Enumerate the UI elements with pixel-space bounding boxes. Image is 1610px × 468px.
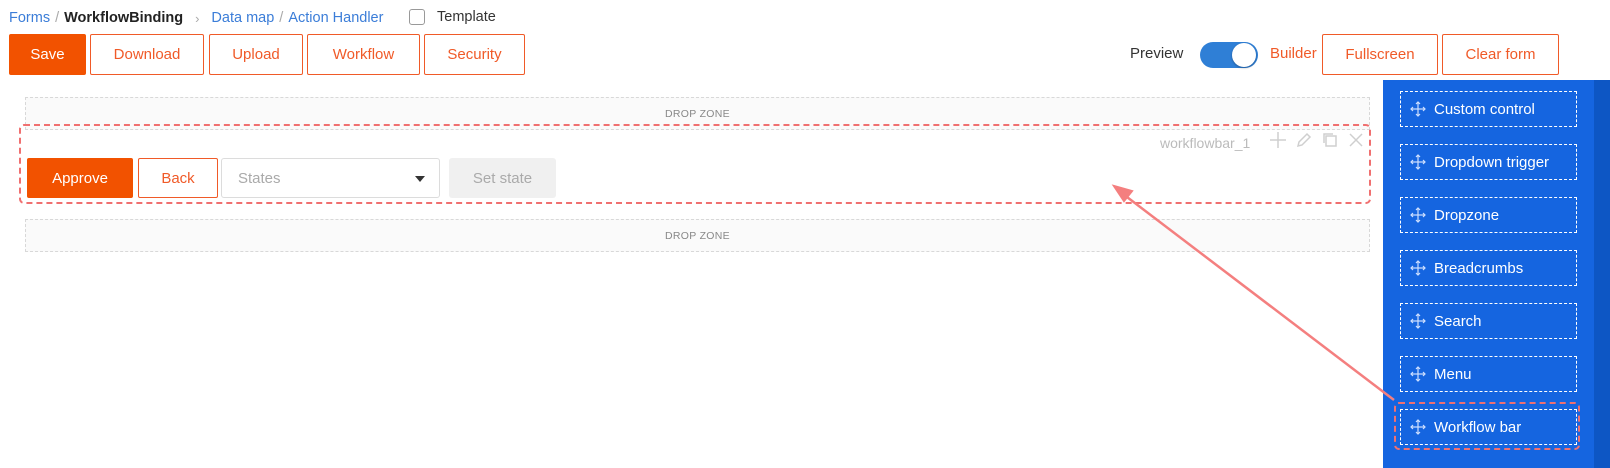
chevron-right-icon: › bbox=[195, 10, 200, 26]
palette-item-menu[interactable]: Menu bbox=[1400, 356, 1577, 392]
drop-zone-bottom[interactable]: DROP ZONE bbox=[25, 219, 1370, 252]
save-button[interactable]: Save bbox=[9, 34, 86, 75]
palette-item-search[interactable]: Search bbox=[1400, 303, 1577, 339]
states-dropdown[interactable]: States bbox=[221, 158, 440, 198]
move-icon bbox=[1409, 312, 1427, 330]
template-label: Template bbox=[437, 9, 496, 25]
palette-item-label: Search bbox=[1434, 312, 1482, 330]
security-button[interactable]: Security bbox=[424, 34, 525, 75]
palette-scrollbar[interactable] bbox=[1594, 80, 1610, 468]
template-checkbox[interactable] bbox=[409, 9, 425, 25]
palette-item-dropdown-trigger[interactable]: Dropdown trigger bbox=[1400, 144, 1577, 180]
download-button[interactable]: Download bbox=[90, 34, 204, 75]
back-button[interactable]: Back bbox=[138, 158, 218, 198]
breadcrumb-action-handler-link[interactable]: Action Handler bbox=[288, 10, 383, 26]
copy-icon[interactable] bbox=[1320, 130, 1340, 150]
palette-item-label: Breadcrumbs bbox=[1434, 259, 1524, 277]
palette-item-custom-control[interactable]: Custom control bbox=[1400, 91, 1577, 127]
breadcrumb-separator: / bbox=[55, 10, 60, 26]
palette-item-label: Menu bbox=[1434, 365, 1472, 383]
preview-label: Preview bbox=[1130, 45, 1184, 62]
move-icon bbox=[1409, 153, 1427, 171]
palette-item-label: Dropzone bbox=[1434, 206, 1500, 224]
approve-button[interactable]: Approve bbox=[27, 158, 133, 198]
workflowbar-id-label: workflowbar_1 bbox=[1160, 135, 1251, 151]
caret-down-icon bbox=[415, 176, 425, 182]
toggle-knob bbox=[1232, 43, 1256, 67]
close-icon[interactable] bbox=[1346, 130, 1366, 150]
set-state-button[interactable]: Set state bbox=[449, 158, 556, 198]
move-icon[interactable] bbox=[1268, 130, 1288, 150]
fullscreen-button[interactable]: Fullscreen bbox=[1322, 34, 1438, 75]
breadcrumb-current: WorkflowBinding bbox=[64, 10, 184, 26]
move-icon bbox=[1409, 206, 1427, 224]
workflow-button[interactable]: Workflow bbox=[307, 34, 420, 75]
states-placeholder: States bbox=[238, 169, 281, 187]
breadcrumb-forms-link[interactable]: Forms bbox=[9, 10, 50, 26]
template-toggle[interactable]: Template bbox=[409, 9, 496, 25]
drag-source-highlight bbox=[1394, 402, 1580, 450]
move-icon bbox=[1409, 259, 1427, 277]
palette-item-label: Dropdown trigger bbox=[1434, 153, 1550, 171]
move-icon bbox=[1409, 100, 1427, 118]
move-icon bbox=[1409, 365, 1427, 383]
breadcrumb-data-map-link[interactable]: Data map bbox=[211, 10, 274, 26]
edit-icon[interactable] bbox=[1294, 130, 1314, 150]
palette-item-dropzone[interactable]: Dropzone bbox=[1400, 197, 1577, 233]
palette-item-label: Custom control bbox=[1434, 100, 1535, 118]
clear-form-button[interactable]: Clear form bbox=[1442, 34, 1559, 75]
breadcrumb: Forms / WorkflowBinding › Data map / Act… bbox=[9, 9, 383, 27]
breadcrumb-separator: / bbox=[279, 10, 284, 26]
upload-button[interactable]: Upload bbox=[209, 34, 303, 75]
builder-label: Builder bbox=[1270, 45, 1317, 62]
palette-item-breadcrumbs[interactable]: Breadcrumbs bbox=[1400, 250, 1577, 286]
preview-builder-toggle[interactable] bbox=[1200, 42, 1258, 68]
